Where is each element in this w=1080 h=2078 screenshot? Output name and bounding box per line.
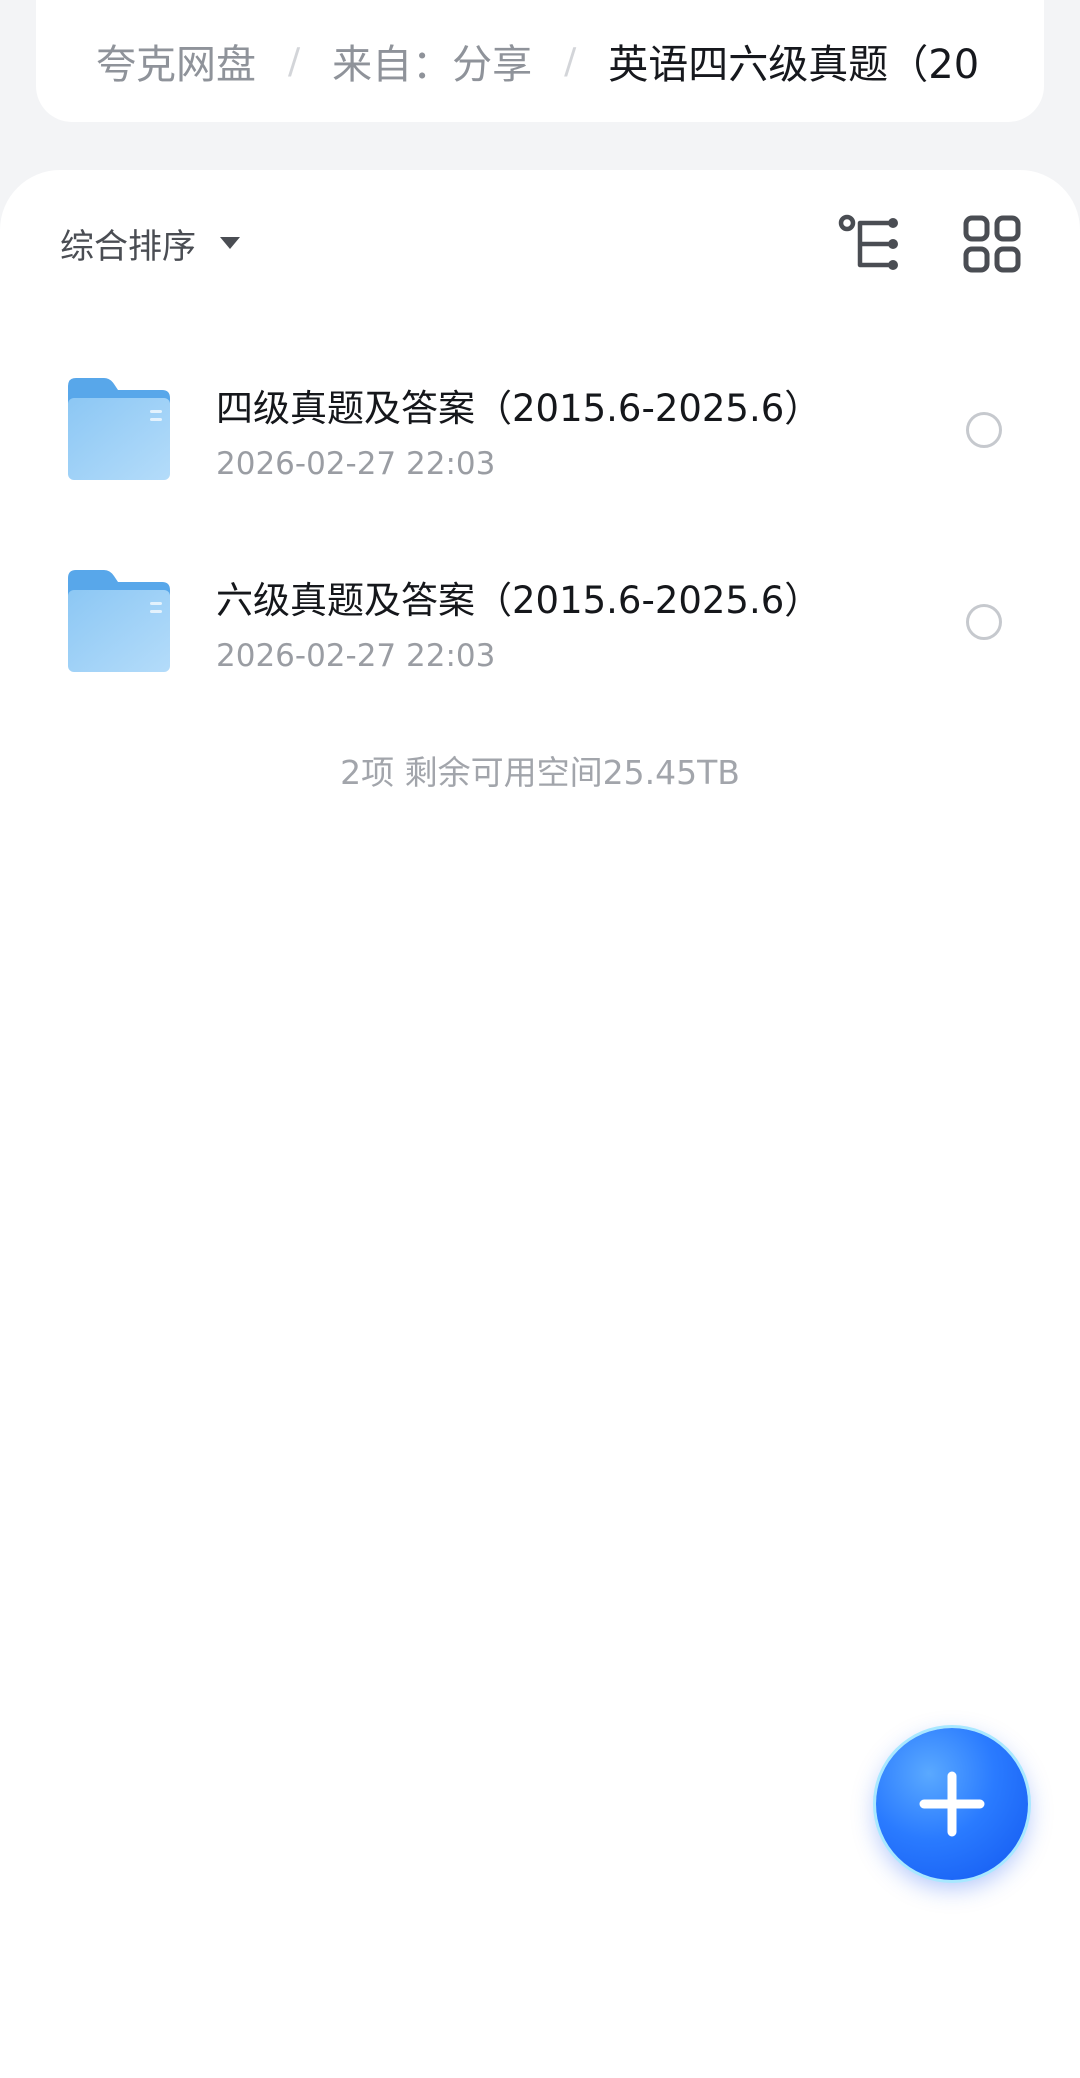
breadcrumb: 夸克网盘 / 来自：分享 / 英语四六级真题（20 xyxy=(36,0,1044,122)
sort-button[interactable]: 综合排序 xyxy=(60,218,240,268)
file-row[interactable]: 四级真题及答案（2015.6-2025.6） 2026-02-27 22:03 xyxy=(0,348,1080,528)
toolbar: 综合排序 xyxy=(0,170,1080,308)
file-name: 六级真题及答案（2015.6-2025.6） xyxy=(216,579,822,622)
select-radio[interactable] xyxy=(966,412,1002,448)
caret-down-icon xyxy=(220,237,240,249)
file-date: 2026-02-27 22:03 xyxy=(216,446,496,482)
storage-info: 2项 剩余可用空间25.45TB xyxy=(340,753,740,792)
file-row[interactable]: 六级真题及答案（2015.6-2025.6） 2026-02-27 22:03 xyxy=(0,540,1080,720)
folder-icon xyxy=(68,570,170,672)
file-name: 四级真题及答案（2015.6-2025.6） xyxy=(216,387,822,430)
breadcrumb-separator: / xyxy=(288,40,301,82)
grid-view-button[interactable] xyxy=(962,214,1022,274)
file-date: 2026-02-27 22:03 xyxy=(216,638,496,674)
grid-view-icon xyxy=(963,215,1021,273)
sort-label: 综合排序 xyxy=(60,226,196,267)
breadcrumb-separator: / xyxy=(564,40,577,82)
select-radio[interactable] xyxy=(966,604,1002,640)
tree-view-button[interactable] xyxy=(838,214,902,274)
add-button[interactable] xyxy=(876,1728,1028,1880)
breadcrumb-item-current: 英语四六级真题（20 xyxy=(608,42,980,88)
plus-icon xyxy=(919,1771,985,1837)
tree-view-icon xyxy=(838,214,898,270)
breadcrumb-item-share[interactable]: 来自：分享 xyxy=(332,32,532,90)
breadcrumb-item-root[interactable]: 夸克网盘 xyxy=(96,32,256,90)
folder-icon xyxy=(68,378,170,480)
